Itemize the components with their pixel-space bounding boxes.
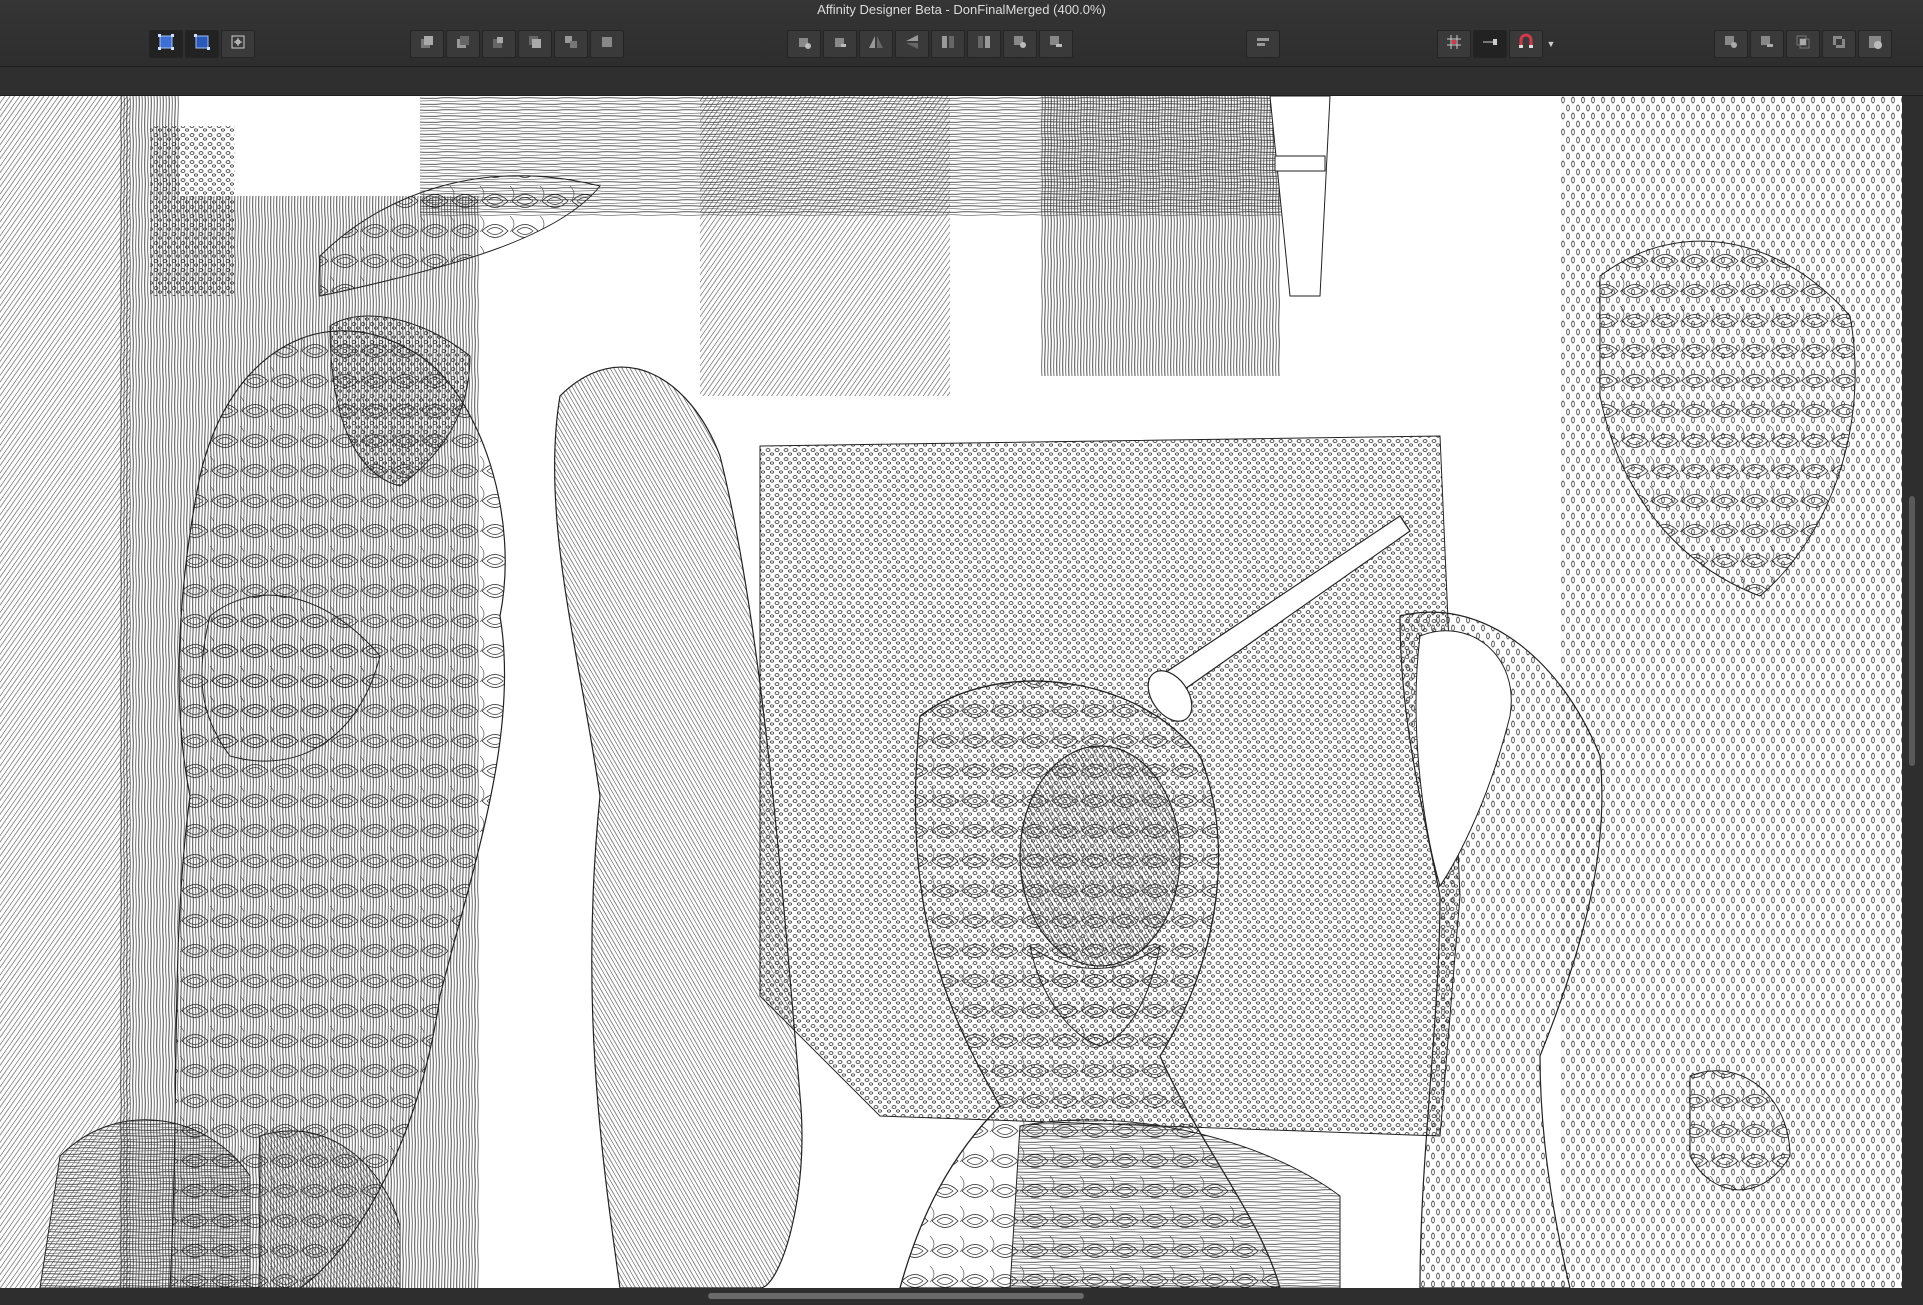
alignment-button[interactable]	[1246, 30, 1280, 58]
boolean-add-icon	[1722, 33, 1740, 56]
move-back-one-button[interactable]	[446, 30, 480, 58]
flip-vertical-button[interactable]	[895, 30, 929, 58]
chevron-down-icon: ▼	[1546, 39, 1556, 49]
align-right-button[interactable]	[967, 30, 1001, 58]
align-right-icon	[975, 33, 993, 56]
boolean-tool-group	[1714, 30, 1892, 58]
boolean-divide-button[interactable]	[1858, 30, 1892, 58]
boolean-add-button-2[interactable]	[1714, 30, 1748, 58]
rotate-left-icon	[795, 33, 813, 56]
transform-origin-icon	[229, 33, 247, 56]
snapping-options-dropdown[interactable]: ▼	[1545, 30, 1557, 58]
alignment-icon	[1254, 33, 1272, 56]
selection-tool-group	[149, 30, 255, 58]
rotate-left-button[interactable]	[787, 30, 821, 58]
transform-tool-group	[787, 30, 1073, 58]
group-icon	[562, 33, 580, 56]
move-to-back-icon	[418, 33, 436, 56]
select-geometry-icon	[193, 33, 211, 56]
ungroup-button[interactable]	[590, 30, 624, 58]
align-left-button[interactable]	[931, 30, 965, 58]
horizontal-scroll-thumb[interactable]	[708, 1293, 1084, 1299]
boolean-xor-button[interactable]	[1822, 30, 1856, 58]
grid-button[interactable]	[1437, 30, 1471, 58]
boolean-add-icon	[1011, 33, 1029, 56]
move-forward-one-button[interactable]	[482, 30, 516, 58]
select-bounding-button[interactable]	[149, 30, 183, 58]
boolean-subtract-button-2[interactable]	[1750, 30, 1784, 58]
select-bounding-icon	[157, 33, 175, 56]
move-back-one-icon	[454, 33, 472, 56]
group-button[interactable]	[554, 30, 588, 58]
flip-vertical-icon	[903, 33, 921, 56]
title-bar: Affinity Designer Beta - DonFinalMerged …	[0, 0, 1923, 67]
move-to-front-button[interactable]	[518, 30, 552, 58]
flip-horizontal-button[interactable]	[859, 30, 893, 58]
snap-to-button[interactable]	[1473, 30, 1507, 58]
rotate-right-button[interactable]	[823, 30, 857, 58]
boolean-xor-icon	[1830, 33, 1848, 56]
alignment-tool-group	[1246, 30, 1280, 58]
boolean-subtract-icon	[1047, 33, 1065, 56]
grid-icon	[1445, 33, 1463, 56]
app-window: Affinity Designer Beta - DonFinalMerged …	[0, 0, 1923, 1305]
horizontal-scrollbar[interactable]	[0, 1288, 1923, 1305]
boolean-intersect-button[interactable]	[1786, 30, 1820, 58]
move-to-back-button[interactable]	[410, 30, 444, 58]
boolean-intersect-icon	[1794, 33, 1812, 56]
document-canvas[interactable]	[0, 96, 1902, 1288]
arrange-tool-group	[410, 30, 624, 58]
align-left-icon	[939, 33, 957, 56]
vertical-scrollbar[interactable]	[1902, 96, 1923, 1288]
context-toolbar	[0, 67, 1923, 96]
snapping-tool-group: ▼	[1437, 30, 1557, 58]
boolean-add-button[interactable]	[1003, 30, 1037, 58]
select-geometry-button[interactable]	[185, 30, 219, 58]
snapping-magnet-button[interactable]	[1509, 30, 1543, 58]
move-forward-one-icon	[490, 33, 508, 56]
vertical-scroll-thumb[interactable]	[1909, 496, 1915, 766]
boolean-subtract-button[interactable]	[1039, 30, 1073, 58]
snap-to-icon	[1481, 33, 1499, 56]
window-title: Affinity Designer Beta - DonFinalMerged …	[817, 2, 1106, 17]
move-to-front-icon	[526, 33, 544, 56]
vector-artwork	[0, 96, 1902, 1288]
transform-origin-button[interactable]	[221, 30, 255, 58]
snapping-magnet-icon	[1517, 33, 1535, 56]
main-toolbar: ▼	[0, 30, 1923, 58]
boolean-divide-icon	[1866, 33, 1884, 56]
boolean-subtract-icon	[1758, 33, 1776, 56]
flip-horizontal-icon	[867, 33, 885, 56]
ungroup-icon	[598, 33, 616, 56]
rotate-right-icon	[831, 33, 849, 56]
